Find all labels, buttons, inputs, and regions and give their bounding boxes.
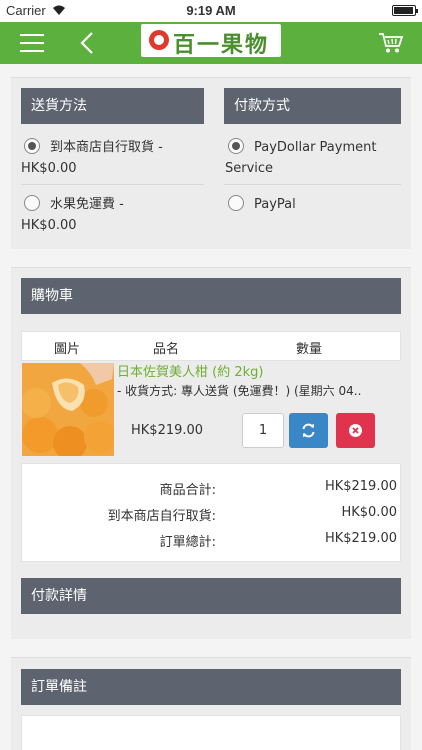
- radio-checked-icon[interactable]: [24, 138, 40, 154]
- radio-checked-icon[interactable]: [228, 138, 244, 154]
- refresh-icon: [302, 423, 315, 438]
- quantity-input[interactable]: 1: [242, 413, 284, 448]
- clock: 9:19 AM: [186, 3, 236, 18]
- shipping-value: HK$0.00: [341, 505, 397, 520]
- order-total-value: HK$219.00: [324, 531, 397, 546]
- logo-mark-icon: [149, 30, 169, 50]
- radio-unchecked-icon[interactable]: [228, 195, 244, 211]
- product-name-link[interactable]: 日本佐賀美人柑 (約 2kg): [117, 361, 263, 380]
- column-header-image: 圖片: [54, 342, 81, 357]
- order-total-label: 訂單總計:: [159, 535, 216, 550]
- nav-bar: 百一果物: [0, 22, 422, 64]
- cart-header: 購物車: [21, 278, 401, 314]
- option-label-cont: Service: [225, 161, 274, 176]
- cart-icon[interactable]: [378, 32, 404, 54]
- subtotal-value: HK$219.00: [324, 479, 397, 494]
- radio-unchecked-icon[interactable]: [24, 195, 40, 211]
- option-label: PayDollar Payment: [254, 140, 377, 155]
- option-label: PayPal: [254, 197, 296, 212]
- product-detail: - 收貨方式: 專人送貨 (免運費！) (星期六 04..: [117, 384, 362, 398]
- product-price: HK$219.00: [131, 423, 204, 438]
- column-header-quantity: 數量: [296, 342, 323, 357]
- option-price: HK$0.00: [21, 161, 77, 176]
- product-image[interactable]: [22, 363, 114, 456]
- column-header-name: 品名: [153, 342, 180, 357]
- option-label: 到本商店自行取貨 -: [50, 140, 163, 155]
- menu-icon[interactable]: [20, 34, 44, 52]
- order-notes-textarea[interactable]: [21, 715, 401, 750]
- logo[interactable]: 百一果物: [141, 24, 281, 58]
- option-label: 水果免運費 -: [50, 197, 124, 212]
- divider: [21, 184, 204, 185]
- back-icon[interactable]: [78, 31, 98, 55]
- option-price: HK$0.00: [21, 218, 77, 233]
- order-notes-header: 訂單備註: [21, 669, 401, 705]
- update-quantity-button[interactable]: [289, 413, 328, 448]
- battery-icon: [392, 5, 418, 16]
- payment-method-header: 付款方式: [224, 88, 401, 124]
- delivery-method-header: 送貨方法: [21, 88, 204, 124]
- delivery-option-free-shipping[interactable]: 水果免運費 - HK$0.00: [21, 194, 204, 236]
- close-circle-icon: [349, 424, 362, 437]
- payment-option-paypal[interactable]: PayPal: [228, 194, 408, 215]
- subtotal-label: 商品合計:: [159, 483, 216, 498]
- payment-details-header: 付款詳情: [21, 578, 401, 614]
- shipping-label: 到本商店自行取貨:: [107, 509, 216, 524]
- divider: [224, 184, 401, 185]
- remove-item-button[interactable]: [336, 413, 375, 448]
- logo-text: 百一果物: [173, 33, 270, 58]
- payment-option-paydollar[interactable]: PayDollar Payment Service: [225, 137, 408, 179]
- delivery-option-pickup[interactable]: 到本商店自行取貨 - HK$0.00: [21, 137, 204, 179]
- status-bar: Carrier 9:19 AM: [0, 0, 422, 22]
